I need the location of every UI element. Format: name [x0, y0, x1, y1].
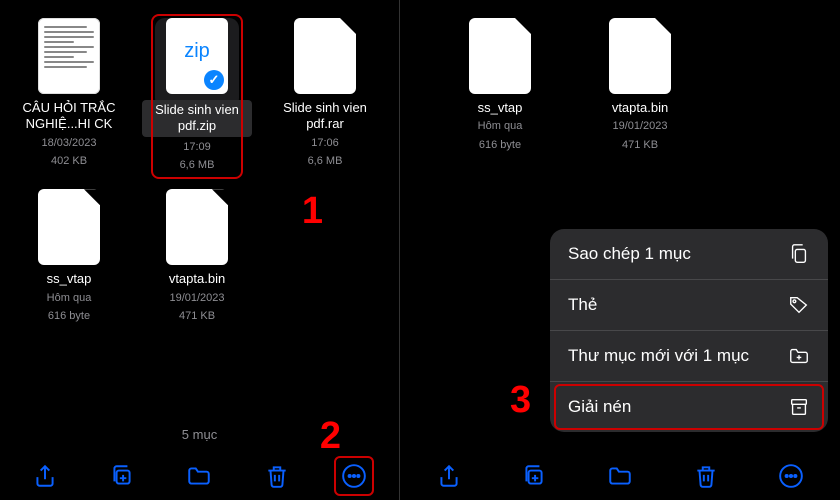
file-date: 19/01/2023: [169, 291, 224, 306]
menu-label: Thư mục mới với 1 mục: [568, 346, 749, 366]
item-count: 5 mục: [0, 419, 399, 450]
menu-label: Giải nén: [568, 397, 631, 417]
file-name: vtapta.bin: [612, 100, 668, 116]
duplicate-icon[interactable]: [108, 462, 136, 490]
check-icon: ✓: [204, 70, 224, 90]
file-size: 6,6 MB: [308, 154, 343, 169]
bottom-toolbar: [400, 450, 840, 500]
step-3-label: 3: [510, 379, 531, 422]
file-name: vtapta.bin: [169, 271, 225, 287]
file-item[interactable]: Slide sinh vien pdf.rar 17:06 6,6 MB: [261, 10, 389, 181]
trash-icon[interactable]: [263, 462, 291, 490]
footer: [400, 450, 840, 500]
file-date: 18/03/2023: [41, 136, 96, 151]
file-item[interactable]: ss_vtap Hôm qua 616 byte: [430, 10, 570, 161]
file-item[interactable]: CÂU HỎI TRẮC NGHIỆ...HI CK 18/03/2023 40…: [5, 10, 133, 181]
file-name: CÂU HỎI TRẮC NGHIỆ...HI CK: [14, 100, 124, 133]
file-name: Slide sinh vien pdf.zip: [142, 100, 252, 137]
file-grid: ss_vtap Hôm qua 616 byte vtapta.bin 19/0…: [400, 0, 840, 171]
file-date: 19/01/2023: [612, 119, 667, 134]
file-name: ss_vtap: [478, 100, 523, 116]
file-item[interactable]: vtapta.bin 19/01/2023 471 KB: [133, 181, 261, 332]
folder-icon[interactable]: [606, 462, 634, 490]
context-menu: Sao chép 1 mục Thẻ Thư mục mới với 1 mục…: [550, 229, 828, 432]
file-item[interactable]: ss_vtap Hôm qua 616 byte: [5, 181, 133, 332]
file-name: Slide sinh vien pdf.rar: [270, 100, 380, 133]
copy-icon: [788, 243, 810, 265]
more-icon[interactable]: [777, 462, 805, 490]
file-size: 616 byte: [479, 138, 521, 153]
tag-icon: [788, 294, 810, 316]
file-size: 402 KB: [51, 154, 87, 169]
file-item[interactable]: vtapta.bin 19/01/2023 471 KB: [570, 10, 710, 161]
trash-icon[interactable]: [692, 462, 720, 490]
file-icon: [166, 189, 228, 265]
bottom-toolbar: [0, 450, 399, 500]
file-grid: CÂU HỎI TRẮC NGHIỆ...HI CK 18/03/2023 40…: [0, 0, 399, 342]
menu-label: Thẻ: [568, 295, 597, 315]
menu-copy[interactable]: Sao chép 1 mục: [550, 229, 828, 280]
file-item-selected[interactable]: zip ✓ Slide sinh vien pdf.zip 17:09 6,6 …: [133, 10, 261, 181]
file-size: 6,6 MB: [180, 158, 215, 173]
share-icon[interactable]: [31, 462, 59, 490]
duplicate-icon[interactable]: [520, 462, 548, 490]
menu-tag[interactable]: Thẻ: [550, 280, 828, 331]
file-icon: [38, 189, 100, 265]
folder-icon[interactable]: [185, 462, 213, 490]
menu-extract[interactable]: Giải nén: [550, 382, 828, 432]
more-icon[interactable]: [340, 462, 368, 490]
file-date: 17:06: [311, 136, 339, 151]
footer: 5 mục: [0, 419, 399, 500]
file-date: Hôm qua: [47, 291, 92, 306]
archive-icon: [788, 396, 810, 418]
folder-plus-icon: [788, 345, 810, 367]
file-icon: [469, 18, 531, 94]
zip-icon: zip ✓: [166, 18, 228, 94]
file-size: 616 byte: [48, 309, 90, 324]
document-icon: [38, 18, 100, 94]
screen-right: ss_vtap Hôm qua 616 byte vtapta.bin 19/0…: [400, 0, 840, 500]
file-size: 471 KB: [622, 138, 658, 153]
share-icon[interactable]: [435, 462, 463, 490]
file-icon: [609, 18, 671, 94]
menu-new-folder[interactable]: Thư mục mới với 1 mục: [550, 331, 828, 382]
screen-left: CÂU HỎI TRẮC NGHIỆ...HI CK 18/03/2023 40…: [0, 0, 400, 500]
file-date: 17:09: [183, 140, 211, 155]
menu-label: Sao chép 1 mục: [568, 244, 691, 264]
file-icon: [294, 18, 356, 94]
file-date: Hôm qua: [478, 119, 523, 134]
file-size: 471 KB: [179, 309, 215, 324]
file-name: ss_vtap: [47, 271, 92, 287]
